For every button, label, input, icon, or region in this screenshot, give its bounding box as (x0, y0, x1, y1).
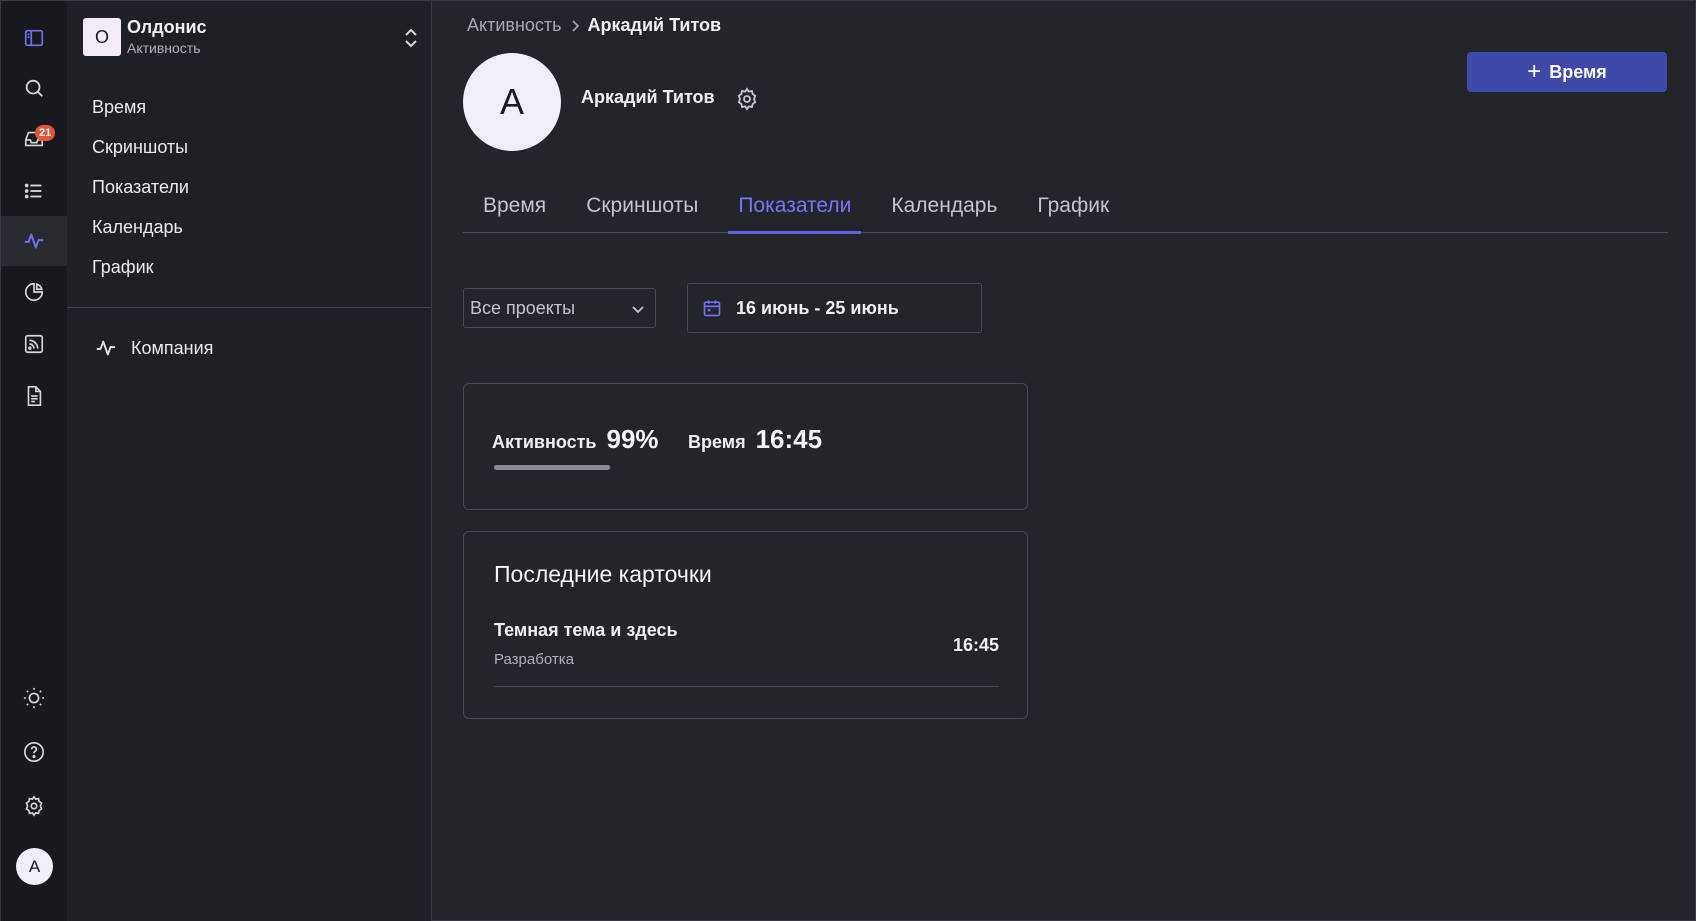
stats-card: Активность 99% Время 16:45 (463, 383, 1028, 510)
inbox-badge: 21 (35, 125, 56, 141)
activity-stat: Активность 99% (492, 424, 659, 455)
org-switcher[interactable]: O Олдонис Активность (83, 15, 423, 59)
secondary-sidebar: O Олдонис Активность Время Скриншоты Пок… (67, 1, 432, 921)
app-window: 21 A O Олдонис Активность Время Скриншот… (0, 0, 1696, 921)
gear-icon[interactable] (735, 87, 759, 111)
sidebar-item-calendar[interactable]: Календарь (92, 207, 189, 247)
org-logo: O (83, 18, 121, 56)
breadcrumb: Активность Аркадий Титов (467, 15, 721, 36)
user-avatar[interactable]: A (16, 848, 53, 885)
org-subtitle: Активность (127, 40, 201, 56)
add-time-button[interactable]: + Время (1467, 52, 1667, 92)
sidebar-nav: Время Скриншоты Показатели Календарь Гра… (92, 87, 189, 287)
sidebar-item-company-label: Компания (131, 337, 214, 358)
time-stat: Время 16:45 (688, 424, 822, 455)
document-icon[interactable] (1, 371, 67, 421)
card-project: Разработка (494, 651, 574, 668)
org-name: Олдонис (127, 17, 207, 37)
activity-icon (96, 340, 116, 356)
tab-calendar[interactable]: Календарь (881, 189, 1007, 233)
chevron-right-icon (571, 19, 579, 32)
list-item[interactable]: Темная тема и здесь Разработка 16:45 (494, 620, 999, 687)
breadcrumb-current: Аркадий Титов (587, 15, 722, 35)
icon-rail: 21 A (1, 1, 67, 921)
activity-icon[interactable] (1, 216, 67, 266)
card-name: Темная тема и здесь (494, 620, 678, 640)
project-select[interactable]: Все проекты (463, 288, 656, 328)
tab-screenshots[interactable]: Скриншоты (576, 189, 708, 233)
sidebar-item-schedule[interactable]: График (92, 247, 189, 287)
add-time-button-label: Время (1549, 61, 1607, 82)
sidebar-item-time[interactable]: Время (92, 87, 189, 127)
tab-bar: Время Скриншоты Показатели Календарь Гра… (463, 189, 1668, 234)
inbox-icon[interactable]: 21 (1, 114, 67, 164)
time-label: Время (688, 432, 746, 452)
profile-name: Аркадий Титов (581, 87, 715, 107)
sidebar-item-company[interactable]: Компания (95, 335, 213, 361)
sidebar-item-screenshots[interactable]: Скриншоты (92, 127, 189, 167)
tab-schedule[interactable]: График (1027, 189, 1119, 233)
chevron-up-down-icon (405, 28, 417, 48)
profile-avatar: A (463, 53, 561, 151)
feed-icon[interactable] (1, 319, 67, 369)
breadcrumb-parent[interactable]: Активность (467, 15, 562, 36)
recent-cards-panel: Последние карточки Темная тема и здесь Р… (463, 531, 1028, 719)
sidebar-toggle-icon[interactable] (1, 13, 67, 63)
tab-metrics[interactable]: Показатели (728, 189, 862, 234)
calendar-icon (703, 300, 721, 317)
sun-icon[interactable] (1, 673, 67, 723)
date-range-value: 16 июнь - 25 июнь (736, 297, 899, 318)
main-content: Активность Аркадий Титов + Время A Аркад… (432, 1, 1696, 921)
date-range-picker[interactable]: 16 июнь - 25 июнь (687, 283, 982, 333)
recent-cards-title: Последние карточки (494, 561, 712, 587)
search-icon[interactable] (1, 63, 67, 113)
pie-chart-icon[interactable] (1, 267, 67, 317)
activity-value: 99% (606, 424, 659, 454)
chevron-down-icon (632, 306, 644, 314)
activity-label: Активность (492, 432, 597, 452)
activity-progress-fill (494, 465, 610, 470)
settings-icon[interactable] (1, 781, 67, 831)
card-time: 16:45 (952, 635, 999, 655)
help-icon[interactable] (1, 727, 67, 777)
tab-time[interactable]: Время (463, 189, 556, 233)
time-value: 16:45 (755, 424, 823, 454)
project-select-value: Все проекты (470, 297, 576, 318)
sidebar-divider (67, 307, 431, 308)
activity-progress-bar (494, 465, 611, 470)
plus-icon: + (1527, 58, 1542, 85)
list-icon[interactable] (1, 166, 67, 216)
sidebar-item-metrics[interactable]: Показатели (92, 167, 189, 207)
